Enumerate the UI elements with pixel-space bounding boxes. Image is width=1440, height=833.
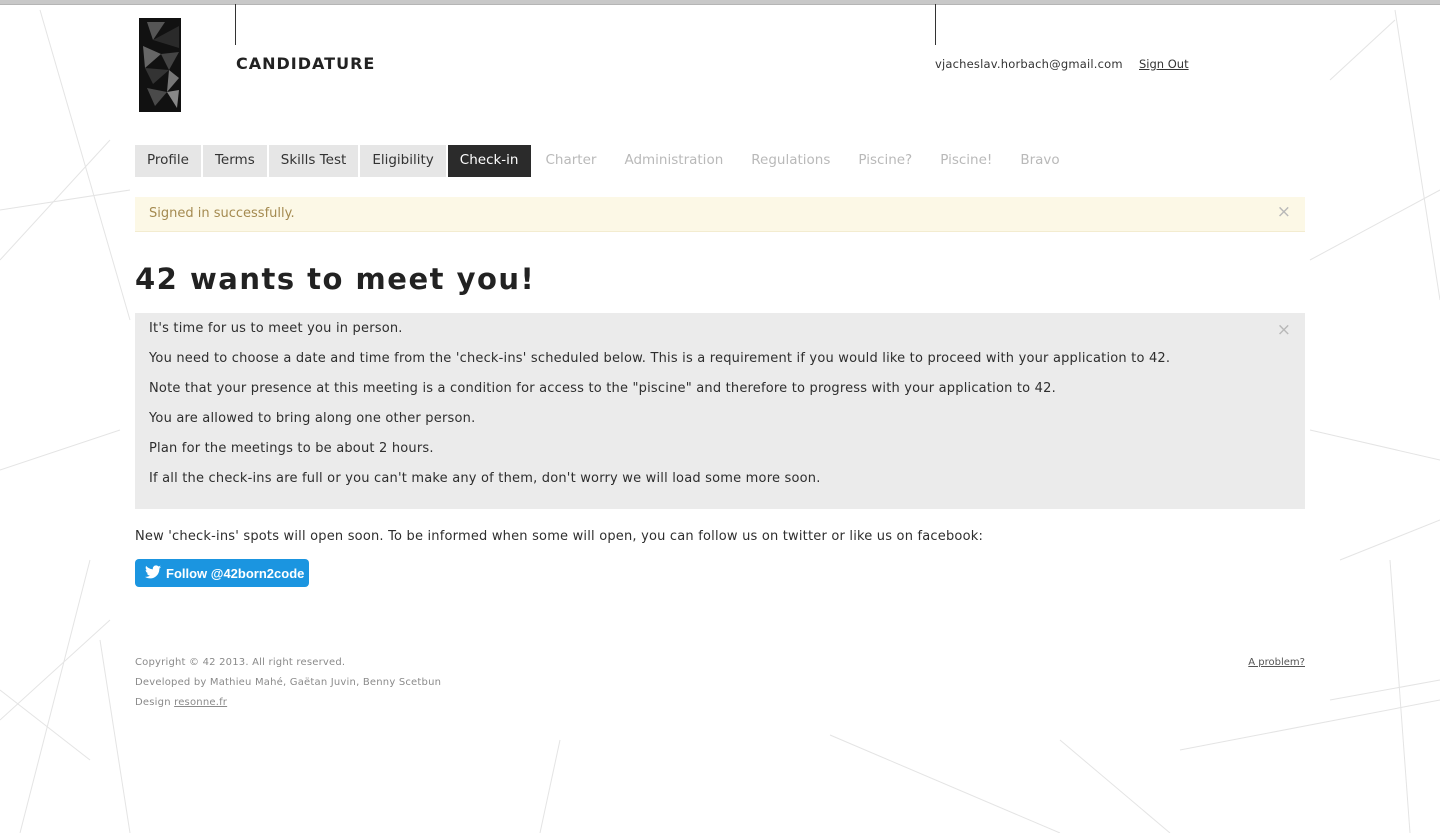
brand-title: CANDIDATURE — [236, 54, 376, 73]
sign-out-link[interactable]: Sign Out — [1139, 57, 1189, 71]
tab-charter: Charter — [545, 152, 597, 168]
close-icon[interactable]: × — [1277, 204, 1291, 221]
alert-message: Signed in successfully. — [149, 206, 295, 221]
report-problem-link[interactable]: A problem? — [1248, 657, 1305, 668]
tab-administration: Administration — [624, 152, 724, 168]
tab-check-in[interactable]: Check-in — [447, 145, 531, 177]
progress-tabs: Profile Terms Skills Test Eligibility Ch… — [135, 145, 1075, 177]
tab-piscine-exclaim: Piscine! — [940, 152, 993, 168]
footer-design: Design resonne.fr — [135, 697, 227, 708]
header-divider-right — [935, 4, 936, 45]
twitter-bird-icon — [145, 564, 166, 582]
info-line: If all the check-ins are full or you can… — [149, 471, 821, 486]
design-credit-link[interactable]: resonne.fr — [174, 697, 227, 708]
close-icon[interactable]: × — [1277, 322, 1291, 339]
tab-bravo: Bravo — [1020, 152, 1060, 168]
tab-regulations: Regulations — [751, 152, 831, 168]
info-line: It's time for us to meet you in person. — [149, 321, 403, 336]
page-title: 42 wants to meet you! — [135, 262, 536, 296]
tab-skills-test[interactable]: Skills Test — [268, 145, 359, 177]
tab-profile[interactable]: Profile — [135, 145, 201, 177]
tab-eligibility[interactable]: Eligibility — [360, 145, 446, 177]
footer-design-label: Design — [135, 697, 175, 708]
twitter-button-label: Follow @42born2code — [166, 565, 305, 581]
twitter-follow-button[interactable]: Follow @42born2code — [135, 559, 309, 587]
info-line: Note that your presence at this meeting … — [149, 381, 1056, 396]
success-alert: Signed in successfully. × — [135, 197, 1305, 232]
info-line: You need to choose a date and time from … — [149, 351, 1171, 366]
page-container: CANDIDATURE vjacheslav.horbach@gmail.com… — [135, 0, 1305, 833]
info-line: Plan for the meetings to be about 2 hour… — [149, 441, 434, 456]
logo-42-icon[interactable] — [139, 18, 181, 112]
header-divider-left — [235, 4, 236, 45]
info-box: × It's time for us to meet you in person… — [135, 313, 1305, 509]
info-line: You are allowed to bring along one other… — [149, 411, 476, 426]
tab-piscine-question: Piscine? — [858, 152, 913, 168]
tab-terms[interactable]: Terms — [202, 145, 267, 177]
footer-developers: Developed by Mathieu Mahé, Gaëtan Juvin,… — [135, 677, 442, 688]
user-email: vjacheslav.horbach@gmail.com — [935, 57, 1123, 71]
footer-copyright: Copyright © 42 2013. All right reserved. — [135, 657, 346, 668]
follow-prompt: New 'check-ins' spots will open soon. To… — [135, 529, 984, 544]
